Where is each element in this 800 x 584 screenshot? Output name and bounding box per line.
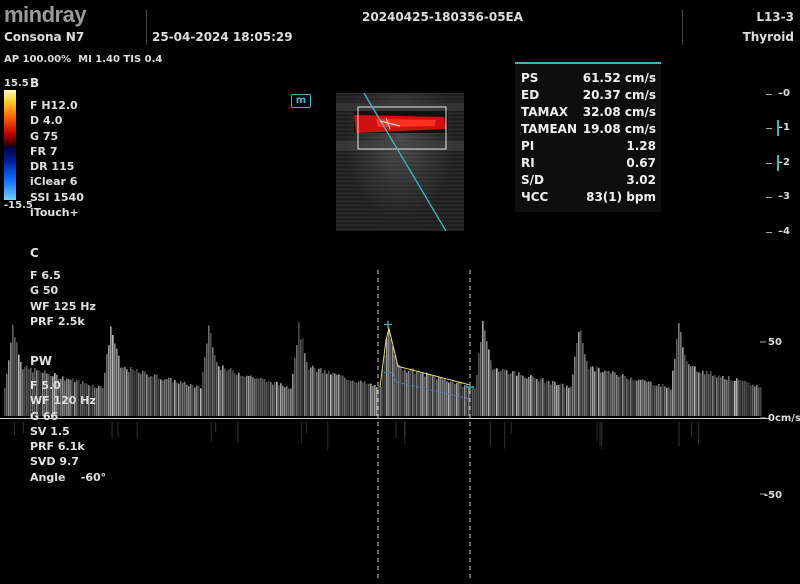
measurement-label: PS [521,71,539,85]
measurement-value: 3.02 [626,173,656,187]
depth-tick [766,197,772,198]
patient-id: 20240425-180356-05EA [362,10,524,24]
measurement-value: 61.52 cm/s [582,71,656,85]
depth-label: –2 [778,157,790,168]
pw-param: F 5.0 [30,379,61,392]
bmode-param: D 4.0 [30,114,63,128]
cardiac-cycle-waveform [102,326,200,439]
probe-name: L13-3 [756,10,794,24]
measurement-value: 19.08 cm/s [582,122,656,136]
doppler-baseline [0,418,770,419]
doppler-scale-baseline: 0cm/s [768,413,800,424]
focus-marker[interactable] [777,120,779,136]
cardiac-cycle-waveform [474,320,570,449]
bmode-image[interactable] [336,93,464,231]
bmode-param: FR 7 [30,144,58,158]
bmode-param: G 75 [30,129,59,143]
pw-param: PRF 6.1k [30,440,85,454]
depth-tick [766,163,772,164]
bmode-params: F H12.0 D 4.0 G 75 FR 7 DR 115 iClear 6 SSI 15… [30,98,84,220]
pw-params: F 5.0 WF 120 Hz G 66 SV 1.5 PRF 6.1k SVD 9.7 A… [30,378,106,485]
colorbar-max: 15.5 [4,78,29,89]
cardiac-cycle-waveform [380,326,474,445]
pw-param: WF 120 Hz [30,394,96,408]
depth-tick [766,232,772,233]
pw-param: SVD 9.7 [30,455,79,469]
measurement-row: TAMAX 32.08 cm/s [515,104,661,121]
measurement-label: S/D [521,173,544,187]
measurement-label: TAMEAN [521,122,578,136]
measurement-value: 83(1) bpm [586,190,656,204]
bmode-param: SSI 1540 [30,190,84,204]
depth-label: –1 [778,122,790,133]
pw-param: SV 1.5 [30,424,70,438]
depth-tick [766,128,772,129]
measurement-row: ЧСС 83(1) bpm [515,189,661,206]
bmode-param: F H12.0 [30,99,78,112]
pw-param: Angle -60° [30,470,107,484]
bmode-overlay [336,93,464,231]
doppler-spectrum[interactable] [0,270,770,580]
measurement-row: TAMEAN 19.08 cm/s [515,121,661,138]
depth-label: –0 [778,88,790,99]
pw-label: PW [30,354,53,368]
color-velocity-bar [4,90,16,200]
device-model: Consona N7 [4,30,85,44]
measurement-row: PS 61.52 cm/s [515,70,661,87]
mode-badge[interactable]: m [291,94,311,108]
bmode-param: iTouch+ [30,206,79,220]
measurement-value: 0.67 [626,156,656,170]
pw-param: G 66 [30,409,59,423]
measurement-label: RI [521,156,535,170]
focus-marker[interactable] [777,155,779,171]
measurement-value: 1.28 [626,139,656,153]
colorbar-min: -15.5 [4,200,33,211]
cardiac-cycle-waveform [670,322,762,448]
measurement-row: ED 20.37 cm/s [515,87,661,104]
measurement-row: PI 1.28 [515,138,661,155]
measurement-label: ED [521,88,540,102]
depth-label: –3 [778,191,790,202]
bmode-label: B [30,76,40,90]
depth-label: –4 [778,226,790,237]
exam-datetime: 25-04-2024 18:05:29 [152,30,293,44]
brand-logo: mindray [4,2,87,27]
doppler-scale-top: 50 [768,337,782,348]
exam-preset: Thyroid [742,30,794,44]
measurement-label: ЧСС [521,190,549,204]
header-bar: mindray Consona N7 25-04-2024 18:05:29 2… [0,0,800,50]
bmode-param: iClear 6 [30,175,78,189]
measurement-label: PI [521,139,535,153]
measurement-row: RI 0.67 [515,155,661,172]
measurement-value: 32.08 cm/s [582,105,656,119]
measurement-label: TAMAX [521,105,569,119]
bmode-param: DR 115 [30,160,75,174]
depth-tick [766,94,772,95]
cardiac-cycle-waveform [290,322,380,450]
cardiac-cycle-waveform [570,330,670,450]
header-divider [682,10,683,45]
measurement-row: S/D 3.02 [515,172,661,189]
measurement-value: 20.37 cm/s [582,88,656,102]
measurement-panel: PS 61.52 cm/s ED 20.37 cm/s TAMAX 32.08 cm/s T… [515,62,661,212]
cardiac-cycle-waveform [200,325,290,444]
acoustic-output: AP 100.00% MI 1.40 TIS 0.4 [4,54,163,65]
doppler-scale-bottom: -50 [764,490,783,501]
header-divider [146,10,147,45]
color-label: C [30,246,39,260]
